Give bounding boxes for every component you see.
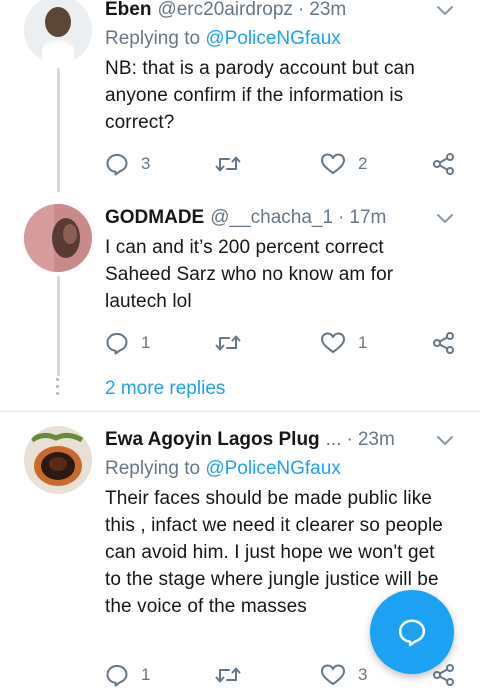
tweet-header: Ewa Agoyin Lagos Plug ... · 23m: [105, 428, 460, 452]
retweet-icon: [215, 335, 241, 351]
like-count: 2: [358, 154, 368, 173]
tweet-header: Eben @erc20airdropz · 23m: [105, 0, 460, 22]
chevron-down-icon[interactable]: [436, 434, 454, 448]
retweet-icon: [215, 667, 241, 683]
avatar-image: [24, 0, 92, 64]
action-bar: 3 2: [105, 151, 465, 177]
action-bar: 1 1: [105, 330, 465, 356]
display-name[interactable]: Eben: [105, 0, 151, 21]
more-replies-dots: [56, 378, 60, 399]
reply-button[interactable]: 1: [105, 662, 150, 688]
retweet-button[interactable]: [215, 151, 241, 177]
replying-to: Replying to @PoliceNGfaux: [105, 458, 341, 480]
timestamp[interactable]: 23m: [309, 0, 346, 21]
compose-reply-button[interactable]: [370, 590, 454, 674]
reply-count: 3: [141, 154, 151, 173]
tweet-header: GODMADE @__chacha_1 · 17m: [105, 206, 460, 230]
display-name[interactable]: Ewa Agoyin Lagos Plug: [105, 429, 320, 451]
like-button[interactable]: 3: [320, 662, 367, 688]
share-icon: [433, 332, 454, 354]
timestamp[interactable]: 23m: [358, 429, 395, 451]
reply-count: 1: [141, 333, 151, 352]
heart-icon: [321, 664, 345, 685]
tweet-eben[interactable]: Eben @erc20airdropz · 23m Replying to @P…: [0, 0, 480, 198]
like-count: 1: [358, 333, 368, 352]
mention-link[interactable]: @PoliceNGfaux: [205, 28, 340, 49]
like-count: 3: [358, 665, 368, 684]
retweet-button[interactable]: [215, 662, 241, 688]
mention-link[interactable]: @PoliceNGfaux: [205, 458, 340, 479]
compose-reply-icon: [398, 619, 426, 647]
thread-line: [57, 68, 60, 192]
share-button[interactable]: [432, 330, 456, 356]
separator: ·: [346, 429, 353, 450]
timestamp[interactable]: 17m: [349, 207, 386, 229]
share-button[interactable]: [432, 151, 456, 177]
retweet-button[interactable]: [215, 330, 241, 356]
avatar-image: [24, 204, 92, 272]
more-replies-link[interactable]: 2 more replies: [105, 378, 225, 400]
user-handle[interactable]: @erc20airdropz: [157, 0, 292, 21]
like-button[interactable]: 1: [320, 330, 367, 356]
avatar[interactable]: [24, 0, 92, 64]
retweet-icon: [215, 156, 241, 172]
separator: ·: [338, 207, 345, 228]
reply-button[interactable]: 3: [105, 151, 150, 177]
chevron-down-icon[interactable]: [436, 4, 454, 18]
thread-line: [57, 276, 60, 376]
replying-prefix: Replying to: [105, 458, 201, 479]
replying-prefix: Replying to: [105, 28, 201, 49]
reply-icon: [106, 333, 128, 355]
avatar[interactable]: [24, 426, 92, 494]
reply-icon: [106, 154, 128, 176]
tweet-text: NB: that is a parody account but can any…: [105, 58, 415, 133]
like-button[interactable]: 2: [320, 151, 367, 177]
user-handle[interactable]: @__chacha_1: [210, 207, 333, 229]
tweet-text: I can and it’s 200 percent correct Sahee…: [105, 237, 394, 312]
display-name[interactable]: GODMADE: [105, 207, 204, 229]
avatar[interactable]: [24, 204, 92, 272]
separator: ·: [297, 0, 305, 20]
reply-icon: [106, 665, 128, 687]
avatar-image: [24, 426, 92, 494]
tweet-godmade[interactable]: GODMADE @__chacha_1 · 17m I can and it’s…: [0, 198, 480, 412]
reply-count: 1: [141, 665, 151, 684]
heart-icon: [321, 332, 345, 353]
replying-to: Replying to @PoliceNGfaux: [105, 28, 341, 50]
reply-button[interactable]: 1: [105, 330, 150, 356]
name-ellipsis: ...: [325, 429, 342, 450]
chevron-down-icon[interactable]: [436, 212, 454, 226]
share-icon: [433, 153, 454, 175]
heart-icon: [321, 153, 345, 174]
